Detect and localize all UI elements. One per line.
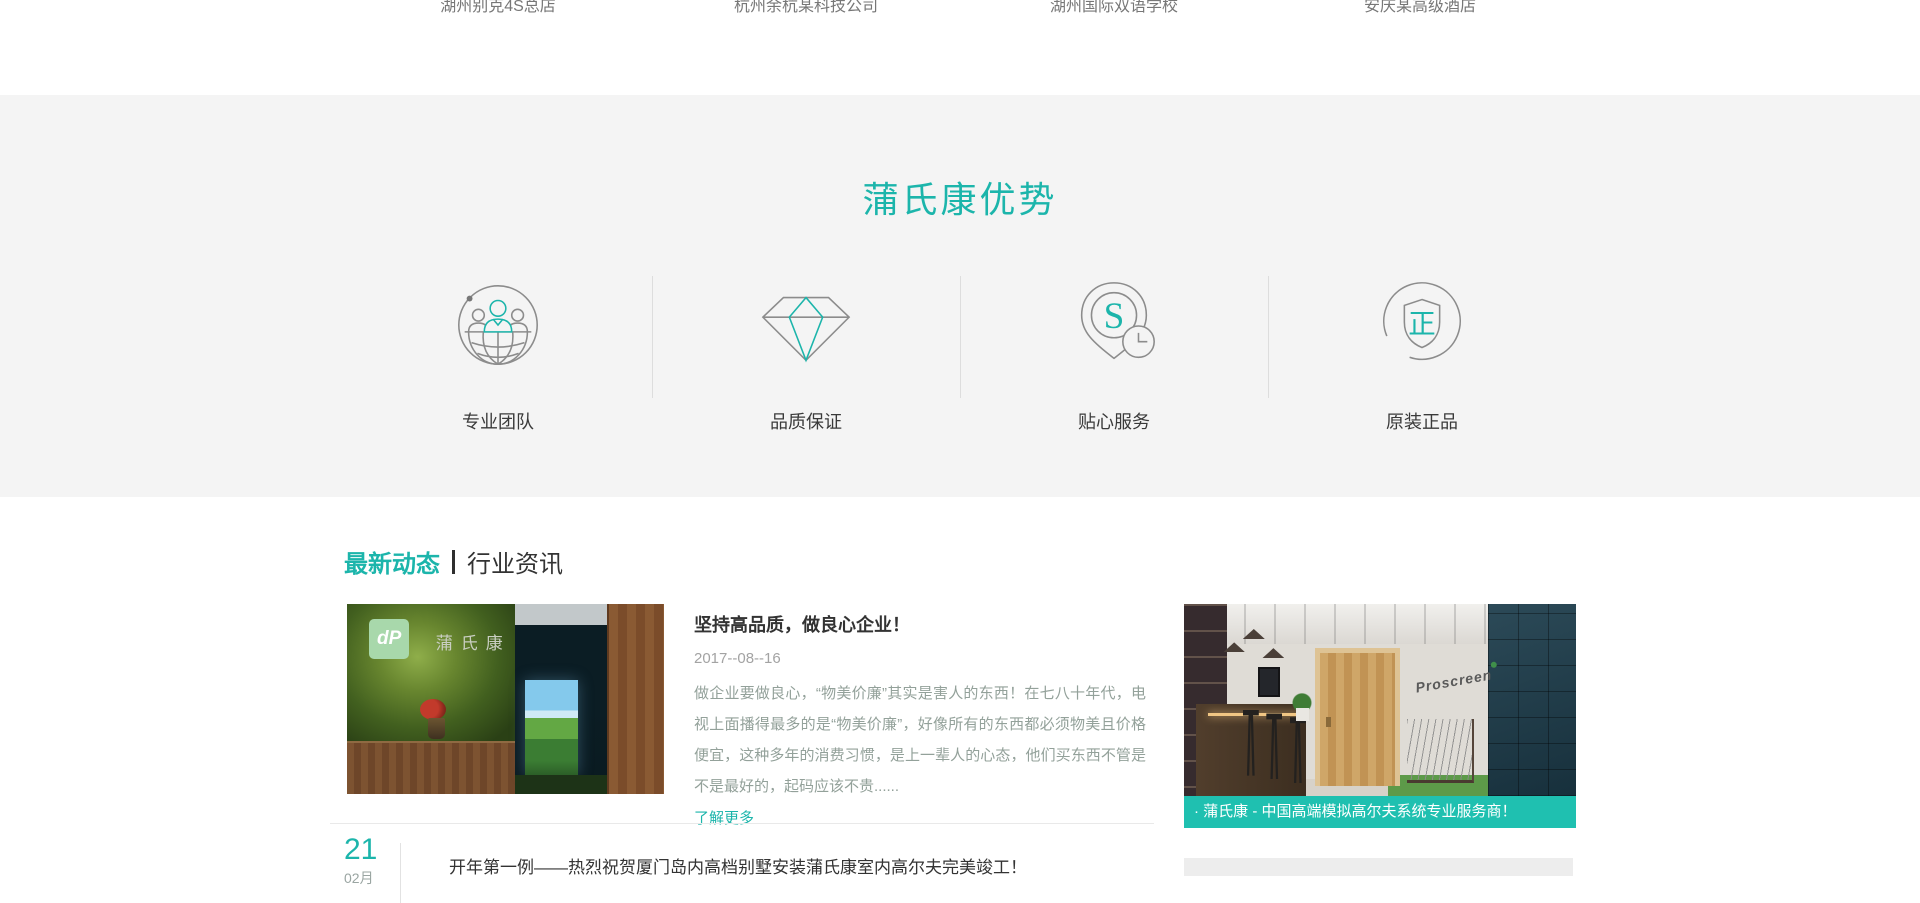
room-floor (515, 775, 607, 794)
news-item-dateblock: 21 02月 (344, 835, 400, 903)
read-more-link[interactable]: 了解更多 (694, 807, 1146, 828)
room-ceiling (515, 604, 607, 625)
wood-door (1315, 648, 1399, 786)
feature-label: 品质保证 (652, 408, 960, 434)
promo-block: Proscreen · 蒲氏康 - 中国高端模拟高尔夫系统专业服务商！ (1184, 604, 1576, 828)
flower-decor (420, 699, 446, 720)
team-globe-icon (344, 276, 652, 374)
partner-item[interactable]: 湖州别克4S总店 (440, 0, 556, 16)
feature-authentic: 正 原装正品 (1268, 276, 1576, 434)
feature-team: 专业团队 (344, 276, 652, 434)
featured-article-title[interactable]: 坚持高品质，做良心企业！ (694, 611, 1146, 637)
wall-picture (1258, 667, 1280, 697)
news-item-divider (400, 843, 401, 903)
news-item-title[interactable]: 开年第一例——热烈祝贺厦门岛内高档别墅安装蒲氏康室内高尔夫完美竣工！ (449, 835, 1027, 903)
partner-item[interactable]: 杭州余杭某科技公司 (734, 0, 878, 16)
feature-service: S 贴心服务 (960, 276, 1268, 434)
news-item-month: 02月 (344, 868, 400, 888)
list-divider (330, 823, 1154, 824)
news-heading-secondary: 行业资讯 (467, 544, 563, 579)
plant-pot (1296, 708, 1309, 721)
wood-panel (607, 604, 664, 794)
featured-article-date: 2017--08--16 (694, 650, 1146, 667)
news-heading-primary: 最新动态 (344, 544, 440, 579)
pendant-lamp (1262, 648, 1284, 658)
news-item-day: 21 (344, 835, 400, 865)
feature-label: 原装正品 (1268, 408, 1576, 434)
partner-item[interactable]: 安庆某高级酒店 (1364, 0, 1476, 16)
company-logo-text: 蒲氏康 (436, 629, 511, 654)
section-title: 蒲氏康优势 (0, 95, 1920, 223)
featured-article-image[interactable]: dP 蒲氏康 (347, 604, 664, 794)
golf-screen (525, 680, 579, 775)
feature-quality: 品质保证 (652, 276, 960, 434)
padded-wall (1488, 604, 1576, 796)
feature-label: 贴心服务 (960, 408, 1268, 434)
company-logo-mark: dP (369, 619, 409, 659)
partner-item[interactable]: 湖州国际双语学校 (1050, 0, 1178, 16)
heading-divider (452, 550, 455, 574)
partner-strip: 湖州别克4S总店 杭州余杭某科技公司 湖州国际双语学校 安庆某高级酒店 (0, 0, 1920, 22)
promo-image[interactable]: Proscreen (1184, 604, 1576, 796)
feature-row: 专业团队 品质保证 S 贴心服 (344, 276, 1576, 434)
wall-brand-logo: Proscreen (1414, 667, 1493, 696)
reception-counter (347, 741, 515, 794)
svg-text:S: S (1104, 296, 1125, 337)
featured-article-text: 坚持高品质，做良心企业！ 2017--08--16 做企业要做良心，“物美价廉”… (694, 604, 1146, 828)
svg-text:正: 正 (1408, 308, 1435, 339)
advantages-section: 蒲氏康优势 (0, 95, 1920, 497)
authentic-shield-icon: 正 (1268, 276, 1576, 374)
vase-decor (428, 718, 445, 739)
golf-club-rack (1407, 719, 1474, 782)
diamond-icon (652, 276, 960, 374)
service-clock-icon: S (960, 276, 1268, 374)
promo-caption[interactable]: · 蒲氏康 - 中国高端模拟高尔夫系统专业服务商！ (1184, 796, 1576, 828)
next-content-peek (1184, 858, 1573, 876)
featured-article: dP 蒲氏康 坚持高品质，做良心企业！ 2017--08--16 做企业要做良心… (347, 604, 1146, 828)
feature-label: 专业团队 (344, 408, 652, 434)
news-heading: 最新动态 行业资讯 (344, 544, 563, 579)
news-section: 最新动态 行业资讯 dP 蒲氏康 坚持高品质，做良心企业！ 2017--08--… (0, 497, 1920, 876)
news-list-item: 21 02月 开年第一例——热烈祝贺厦门岛内高档别墅安装蒲氏康室内高尔夫完美竣工… (344, 835, 1027, 903)
featured-article-excerpt: 做企业要做良心，“物美价廉”其实是害人的东西！在七八十年代，电视上面播得最多的是… (694, 678, 1146, 802)
